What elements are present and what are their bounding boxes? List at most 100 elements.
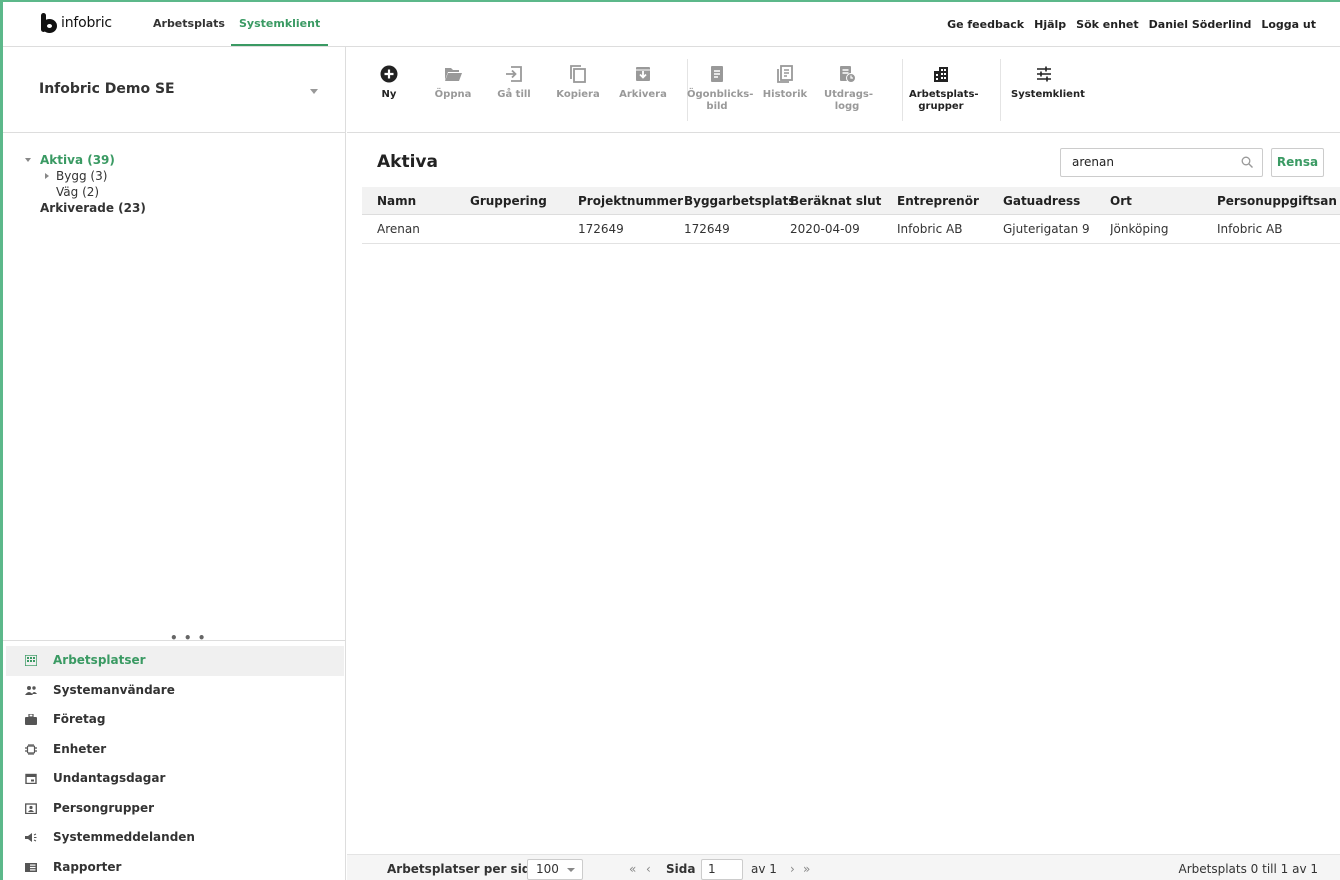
sidenav-item-persongrupper[interactable]: Persongrupper (3, 794, 345, 824)
users-icon (25, 685, 37, 695)
tab-systemklient[interactable]: Systemklient (231, 2, 329, 46)
pagination-summary: Arbetsplats 0 till 1 av 1 (1178, 862, 1319, 876)
per-page-label: Arbetsplatser per sida (387, 862, 539, 876)
tree-item-arkiverade[interactable]: Arkiverade (23) (3, 200, 345, 216)
history-label: Historik (762, 89, 808, 100)
worksite-groups-label-line2: grupper (918, 101, 964, 112)
report-icon (25, 862, 37, 872)
calendar-icon (25, 773, 37, 784)
organization-name: Infobric Demo SE (39, 81, 175, 97)
sidenav-item-label: Enheter (53, 741, 107, 756)
worksite-tree: Aktiva (39) Bygg (3) Väg (2) Arkiverade … (3, 152, 345, 216)
snapshot-button[interactable]: Ögonblicks- bild (687, 65, 753, 113)
column-header-projektnummer[interactable]: Projektnummer (578, 187, 683, 215)
pagination-bar: Arbetsplatser per sida 100 « ‹ Sida 1 av… (347, 854, 1340, 880)
next-page-icon[interactable]: › (790, 855, 795, 880)
sidenav-item-rapporter[interactable]: Rapporter (3, 853, 345, 880)
snapshot-label-line2: bild (706, 101, 728, 112)
column-header-gatuadress[interactable]: Gatuadress (1003, 187, 1103, 215)
system-client-button[interactable]: Systemklient (1011, 65, 1085, 101)
app-window: infobric Arbetsplats Systemklient Ge fee… (0, 0, 1340, 880)
copy-label: Kopiera (556, 89, 600, 100)
logout-link[interactable]: Logga ut (1261, 18, 1316, 31)
page-input[interactable]: 1 (701, 859, 743, 880)
tree-item-bygg[interactable]: Bygg (3) (3, 168, 345, 184)
table-header: Namn Gruppering Projektnummer Byggarbets… (362, 187, 1340, 215)
sidenav-item-label: Persongrupper (53, 800, 155, 815)
column-header-personuppgiftsansvarig[interactable]: Personuppgiftsan (1217, 187, 1340, 215)
user-name-link[interactable]: Daniel Söderlind (1149, 18, 1252, 31)
plus-circle-icon (380, 65, 398, 83)
top-right-links: Ge feedback Hjälp Sök enhet Daniel Söder… (947, 2, 1316, 46)
sidenav-item-undantagsdagar[interactable]: Undantagsdagar (3, 764, 345, 794)
column-header-gruppering[interactable]: Gruppering (470, 187, 570, 215)
chevron-down-icon (567, 868, 575, 872)
brand-name: infobric (61, 15, 112, 31)
archive-button[interactable]: Arkivera (618, 65, 668, 101)
cell-entreprenor: Infobric AB (897, 222, 963, 236)
column-header-entreprenor[interactable]: Entreprenör (897, 187, 997, 215)
help-link[interactable]: Hjälp (1034, 18, 1066, 31)
action-toolbar: Ny Öppna Gå till Kopiera Arkivera Ögonbl… (347, 47, 1340, 133)
first-page-icon[interactable]: « (629, 855, 636, 880)
archive-label: Arkivera (619, 89, 667, 100)
worksite-groups-button[interactable]: Arbetsplats- grupper (909, 65, 979, 113)
clear-button[interactable]: Rensa (1271, 148, 1324, 177)
column-header-byggarbetsplats[interactable]: Byggarbetsplats (684, 187, 792, 215)
sliders-icon (1035, 65, 1053, 83)
infobric-logo[interactable]: infobric (39, 12, 112, 34)
history-button[interactable]: Historik (762, 65, 808, 101)
organization-selector[interactable]: Infobric Demo SE (3, 47, 345, 133)
folder-open-icon (444, 65, 462, 83)
last-page-icon[interactable]: » (803, 855, 810, 880)
copy-icon (569, 65, 587, 83)
open-button[interactable]: Öppna (433, 65, 473, 101)
go-to-button[interactable]: Gå till (494, 65, 534, 101)
sidenav-item-systemanvandare[interactable]: Systemanvändare (3, 676, 345, 706)
archive-icon (634, 65, 652, 83)
sidenav-item-enheter[interactable]: Enheter (3, 735, 345, 765)
new-button[interactable]: Ny (377, 65, 401, 101)
sidenav-item-label: Systemmeddelanden (53, 830, 195, 844)
new-label: Ny (381, 89, 397, 100)
column-header-namn[interactable]: Namn (377, 187, 477, 215)
sidenav-item-arbetsplatser[interactable]: Arbetsplatser (6, 646, 344, 676)
column-header-beraknat-slut[interactable]: Beräknat slut (790, 187, 890, 215)
person-group-icon (25, 802, 37, 814)
column-header-ort[interactable]: Ort (1110, 187, 1210, 215)
search-device-link[interactable]: Sök enhet (1076, 18, 1138, 31)
open-label: Öppna (434, 89, 472, 100)
cell-namn: Arenan (377, 222, 420, 236)
tab-arbetsplats[interactable]: Arbetsplats (153, 2, 225, 46)
building-icon (932, 65, 950, 83)
tree-item-vag[interactable]: Väg (2) (3, 184, 345, 200)
top-navigation: infobric Arbetsplats Systemklient Ge fee… (3, 2, 1340, 47)
tree-item-aktiva[interactable]: Aktiva (39) (3, 152, 345, 168)
building-grid-icon (25, 655, 37, 666)
tree-item-label: Bygg (3) (56, 169, 108, 183)
sidenav-item-systemmeddelanden[interactable]: Systemmeddelanden (3, 823, 345, 853)
main-content: Aktiva arenan Rensa Namn Gruppering Proj… (347, 133, 1340, 880)
cell-byggarbetsplats: 172649 (684, 222, 730, 236)
chip-icon (25, 743, 37, 755)
page-of-label: av 1 (751, 862, 777, 876)
per-page-value: 100 (536, 862, 559, 876)
copy-button[interactable]: Kopiera (556, 65, 600, 101)
search-icon[interactable] (1241, 156, 1253, 168)
per-page-select[interactable]: 100 (527, 859, 583, 880)
cell-personuppgiftsansvarig: Infobric AB (1217, 222, 1283, 236)
table-row[interactable]: Arenan 172649 172649 2020-04-09 Infobric… (362, 215, 1340, 244)
infobric-logo-icon (39, 13, 59, 33)
page-value: 1 (708, 862, 716, 876)
previous-page-icon[interactable]: ‹ (646, 855, 651, 880)
toolbar-divider (902, 59, 903, 121)
search-input[interactable]: arenan (1060, 148, 1263, 177)
sidenav-item-foretag[interactable]: Företag (3, 705, 345, 735)
feedback-link[interactable]: Ge feedback (947, 18, 1024, 31)
extract-log-button[interactable]: Utdrags- logg (824, 65, 873, 113)
extract-log-label-line1: Utdrags- (824, 89, 873, 100)
cell-gruppering (470, 215, 570, 243)
sidenav-item-label: Systemanvändare (53, 682, 175, 697)
log-clock-icon (838, 65, 856, 83)
page-label: Sida (666, 862, 696, 876)
